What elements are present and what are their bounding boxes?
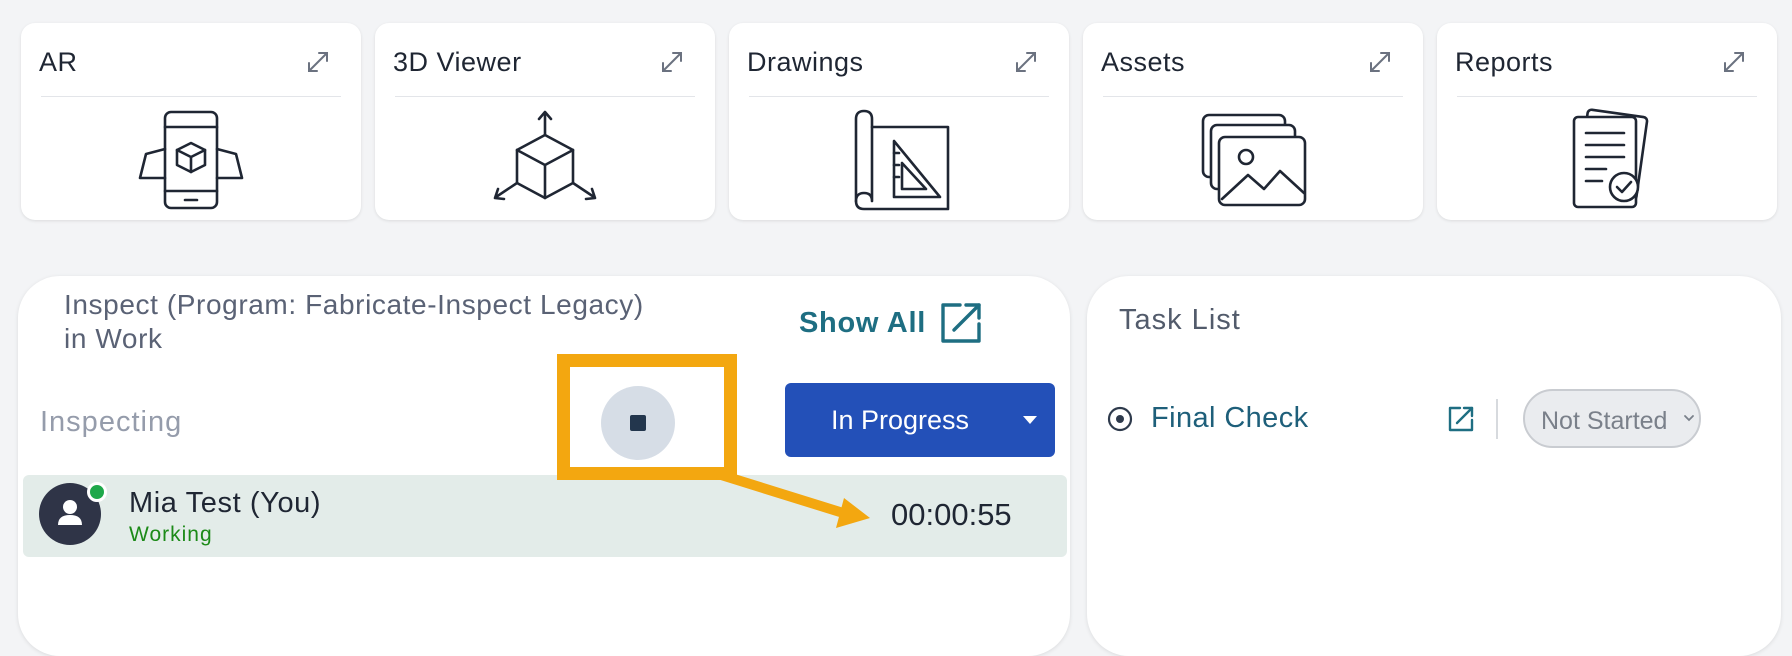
presence-indicator [87,482,107,502]
card-divider [1103,96,1403,97]
cube-axes-icon [493,110,597,201]
card-drawings[interactable]: Drawings [729,23,1069,220]
inspect-title: Inspect (Program: Fabricate-Inspect Lega… [64,288,764,356]
blueprint-drawing-icon [854,109,950,211]
card-divider [395,96,695,97]
card-title: AR [39,47,78,77]
card-assets[interactable]: Assets [1083,23,1423,220]
elapsed-timer: 00:00:55 [891,497,1012,532]
task-list-panel: Task List Final Check Not Started [1087,276,1781,656]
annotation-highlight-box [557,354,737,480]
card-title: Drawings [747,47,864,77]
card-3d-viewer[interactable]: 3D Viewer [375,23,715,220]
card-title: Reports [1455,47,1554,77]
expand-icon[interactable] [657,47,687,77]
card-divider [1457,96,1757,97]
report-check-icon [1572,108,1649,209]
inspect-title-line2: in Work [64,323,163,354]
worker-row: Mia Test (You) Working 00:00:55 [23,475,1067,557]
radio-target-icon [1107,406,1133,432]
inspect-panel: Inspect (Program: Fabricate-Inspect Lega… [18,276,1070,656]
show-all-link[interactable]: Show All [799,302,982,344]
card-reports[interactable]: Reports [1437,23,1777,220]
expand-icon[interactable] [1719,47,1749,77]
card-title: Assets [1101,47,1186,77]
in-progress-button[interactable]: In Progress [785,383,1055,457]
task-status-value: Not Started [1541,407,1668,435]
worker-status: Working [129,523,213,546]
chevron-down-icon [1684,415,1694,422]
card-divider [749,96,1049,97]
show-all-label: Show All [799,306,926,339]
ar-phone-cube-icon [138,110,244,210]
inspect-title-line1: Inspect (Program: Fabricate-Inspect Lega… [64,289,644,320]
image-stack-icon [1201,113,1307,207]
caret-down-icon[interactable] [1023,416,1037,424]
inspecting-label: Inspecting [40,406,183,438]
expand-icon[interactable] [303,47,333,77]
worker-name: Mia Test (You) [129,487,322,519]
expand-icon[interactable] [1365,47,1395,77]
expand-icon[interactable] [1011,47,1041,77]
task-item-final-check[interactable]: Final Check [1151,402,1309,435]
card-title: 3D Viewer [393,47,522,77]
task-list-title: Task List [1119,304,1241,336]
external-link-icon[interactable] [1447,405,1475,433]
task-status-select[interactable]: Not Started [1523,389,1701,448]
separator [1496,399,1498,439]
in-progress-label: In Progress [830,405,970,435]
external-link-icon [941,303,981,343]
card-divider [41,96,341,97]
card-ar[interactable]: AR [21,23,361,220]
